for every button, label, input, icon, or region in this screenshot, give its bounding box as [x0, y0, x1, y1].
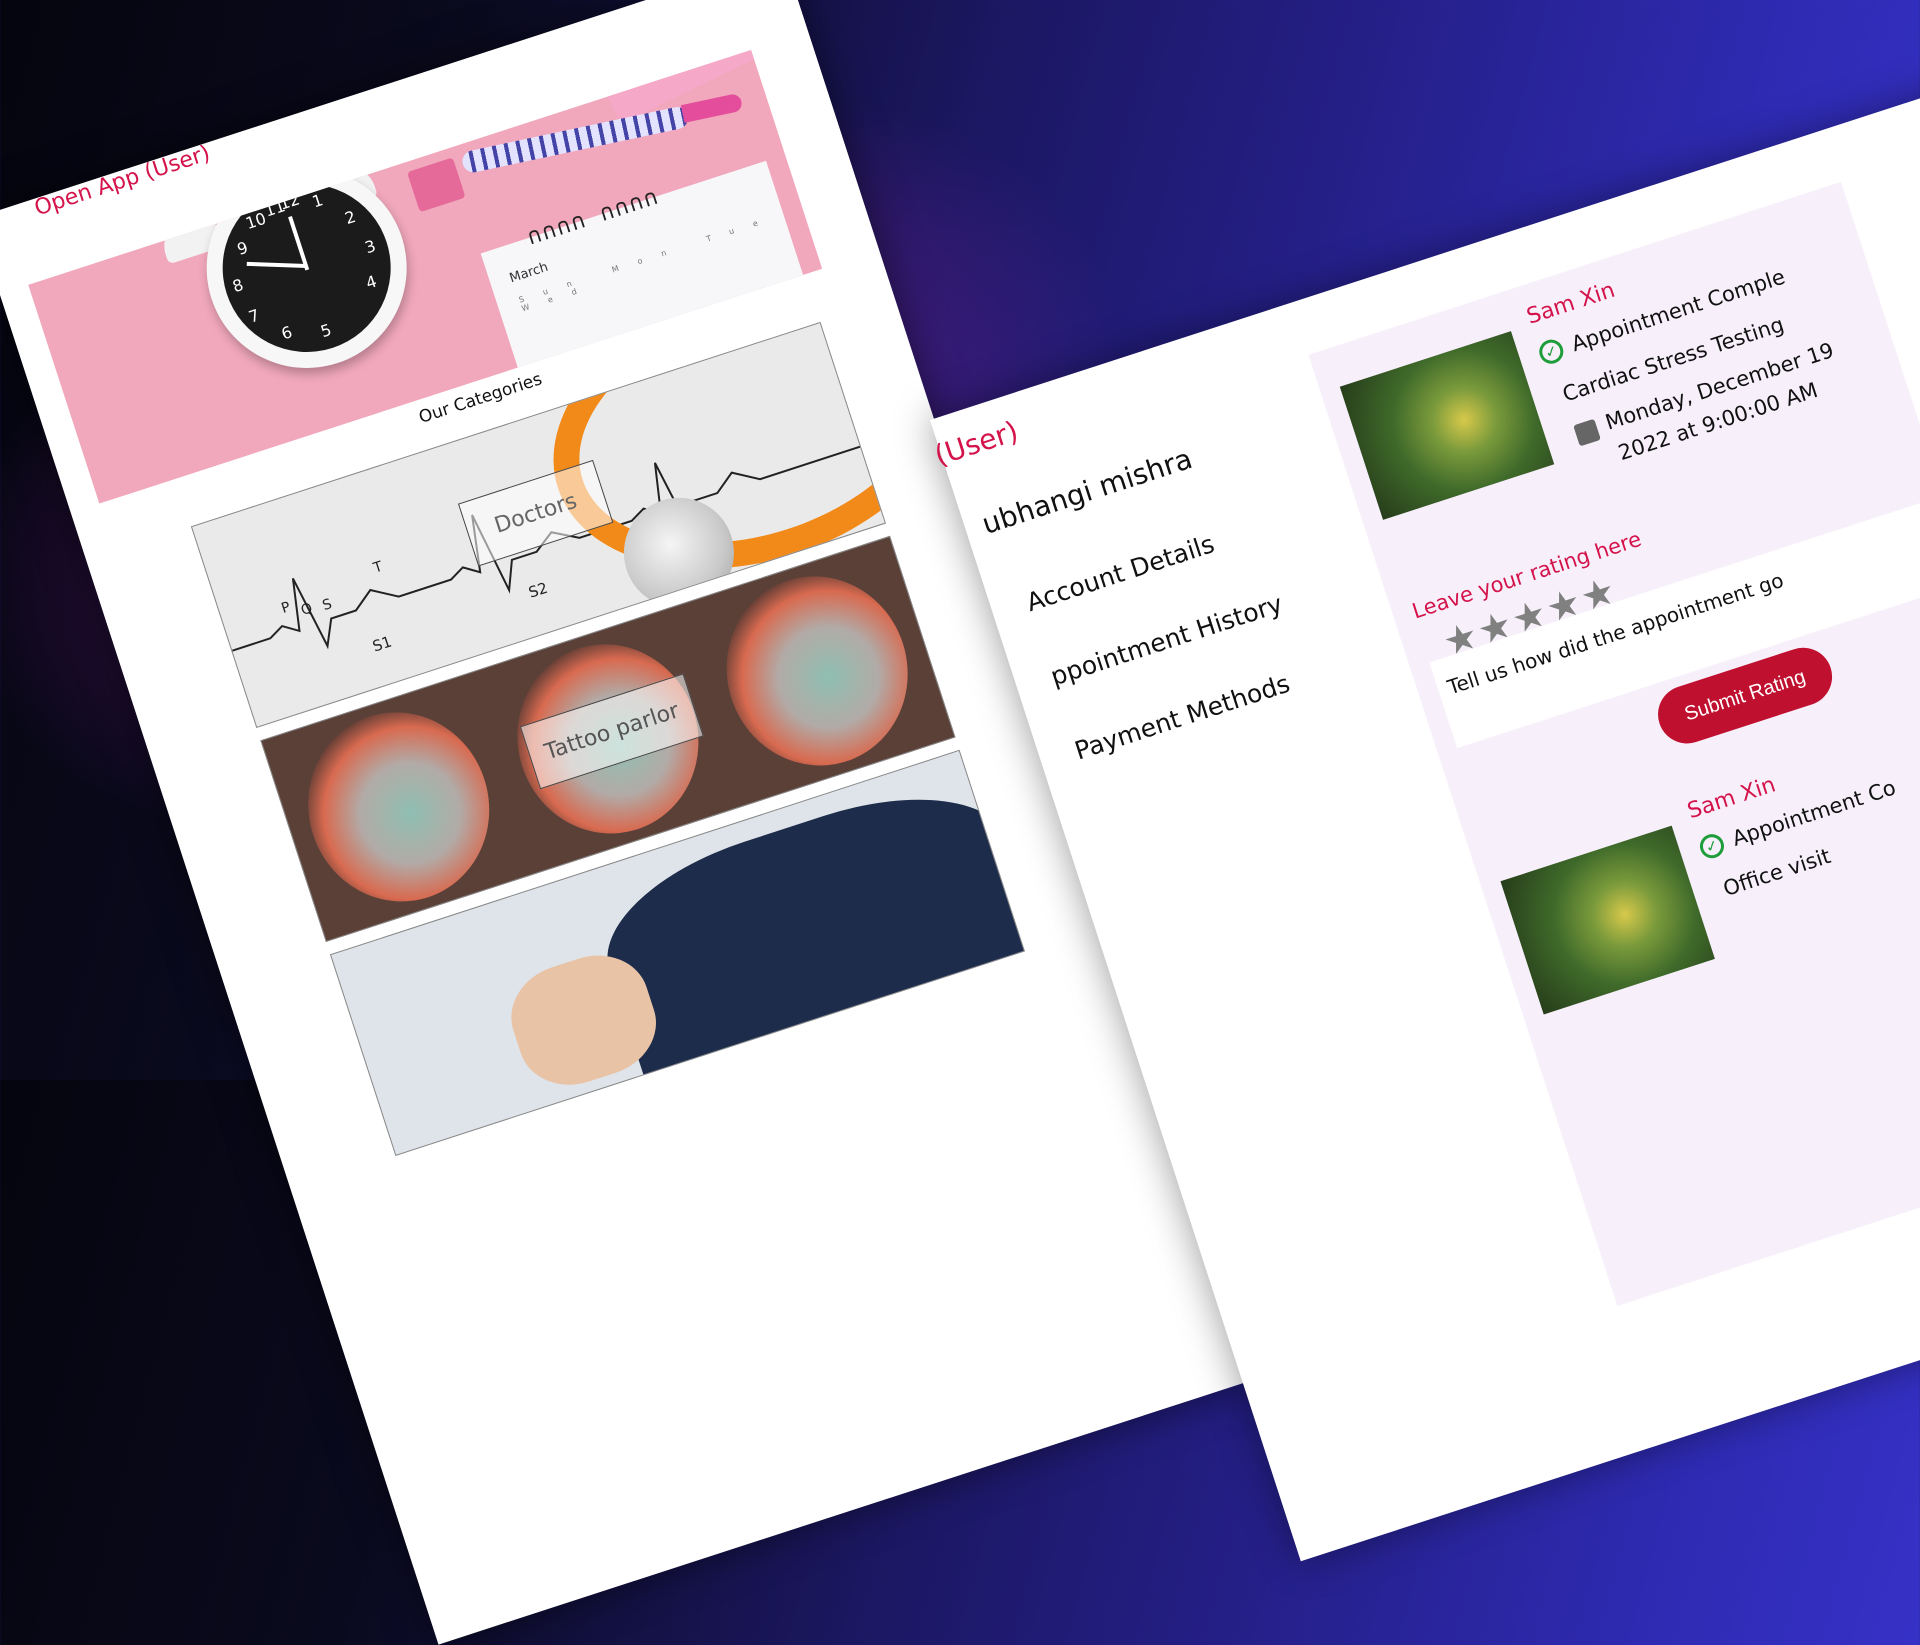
app-title: (User) — [930, 414, 1023, 473]
clock-number: 9 — [234, 237, 251, 259]
clock-face: 11 12 1 2 3 4 5 6 7 8 9 10 — [200, 162, 413, 374]
service-name: Office visit — [1720, 843, 1834, 902]
provider-image — [1339, 331, 1555, 520]
tattoo-helmet — [702, 552, 933, 790]
menu-appointment-history[interactable]: ppointment History — [1047, 589, 1286, 691]
clock-hand — [288, 215, 310, 271]
ekg-label: Q — [299, 600, 314, 619]
appointment-card: Sam Xin ✓ Appointment Comple Cardiac Str… — [1327, 188, 1920, 752]
tattoo-helmet — [283, 688, 514, 926]
clock-number: 3 — [362, 236, 379, 258]
clock-number: 2 — [342, 206, 359, 229]
calendar-month: March — [507, 259, 551, 287]
clock-hand — [246, 261, 307, 268]
pen-tip — [680, 92, 744, 123]
clock-number: 4 — [363, 271, 380, 293]
check-circle-icon: ✓ — [1536, 336, 1567, 367]
user-name: ubhangi mishra — [978, 441, 1197, 541]
clock-number: 1 — [309, 190, 326, 212]
clock-number: 8 — [230, 274, 246, 297]
check-circle-icon: ✓ — [1696, 831, 1728, 862]
ekg-label: S1 — [370, 633, 394, 656]
calendar-rings: ∩∩∩∩ ∩∩∩∩ — [524, 184, 663, 251]
alarm-clock-image: 11 12 1 2 3 4 5 6 7 8 9 10 — [180, 141, 433, 394]
binder-clip-image — [407, 157, 466, 213]
clock-number: 12 — [276, 189, 303, 214]
ekg-label: T — [371, 558, 385, 576]
ekg-label: S — [321, 596, 335, 614]
ekg-label: P — [279, 599, 292, 617]
clock-number: 7 — [246, 305, 262, 327]
menu-payment-methods[interactable]: Payment Methods — [1071, 669, 1293, 766]
pen-image — [460, 105, 690, 175]
provider-image — [1500, 825, 1715, 1015]
calendar-icon — [1573, 418, 1601, 447]
clock-number: 5 — [318, 319, 334, 342]
ekg-label: S2 — [526, 579, 550, 602]
appointment-list: Sam Xin ✓ Appointment Comple Cardiac Str… — [1308, 181, 1920, 1306]
clock-number: 6 — [279, 322, 295, 344]
menu-account-details[interactable]: Account Details — [1023, 529, 1218, 617]
app-title: Open App (User) — [31, 140, 214, 222]
